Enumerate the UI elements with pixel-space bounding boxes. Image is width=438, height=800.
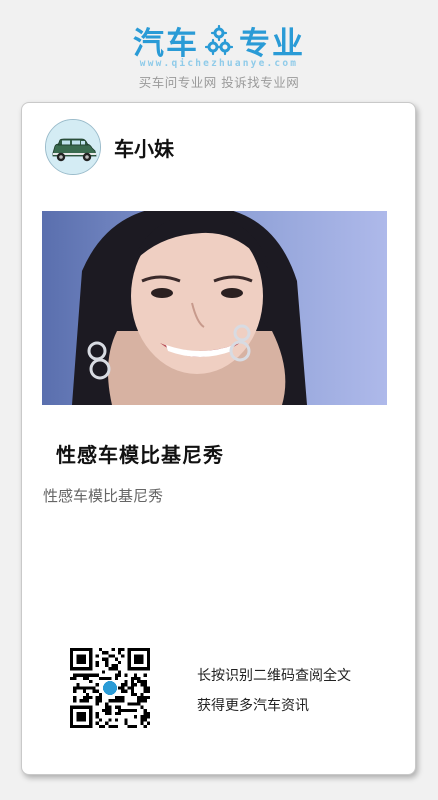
car-avatar-icon[interactable] [45, 119, 101, 175]
qr-instruction: 长按识别二维码查阅全文 [197, 668, 351, 684]
site-url: www.qichezhuanye.com [139, 58, 299, 69]
site-header: 汽车 专业 www.qichezhuanye.com 买车问专业网 投诉找专业网 [0, 0, 438, 100]
logo-text-right: 专业 [239, 26, 305, 62]
share-card: 车小妹 性感车模比基尼秀 性感车模比基尼秀 长按识别二维码查阅全文 获得更多汽车… [21, 102, 416, 775]
gear-icon [205, 24, 233, 55]
model-photo[interactable] [42, 211, 387, 405]
qr-subtext: 获得更多汽车资讯 [197, 698, 309, 714]
site-slogan: 买车问专业网 投诉找专业网 [138, 75, 300, 90]
qr-code-icon[interactable] [70, 648, 150, 728]
author-name[interactable]: 车小妹 [114, 133, 174, 162]
logo-text-left: 汽车 [133, 26, 199, 62]
article-summary: 性感车模比基尼秀 [43, 487, 164, 505]
site-logo[interactable]: 汽车 专业 [0, 18, 438, 63]
article-title[interactable]: 性感车模比基尼秀 [56, 439, 224, 468]
